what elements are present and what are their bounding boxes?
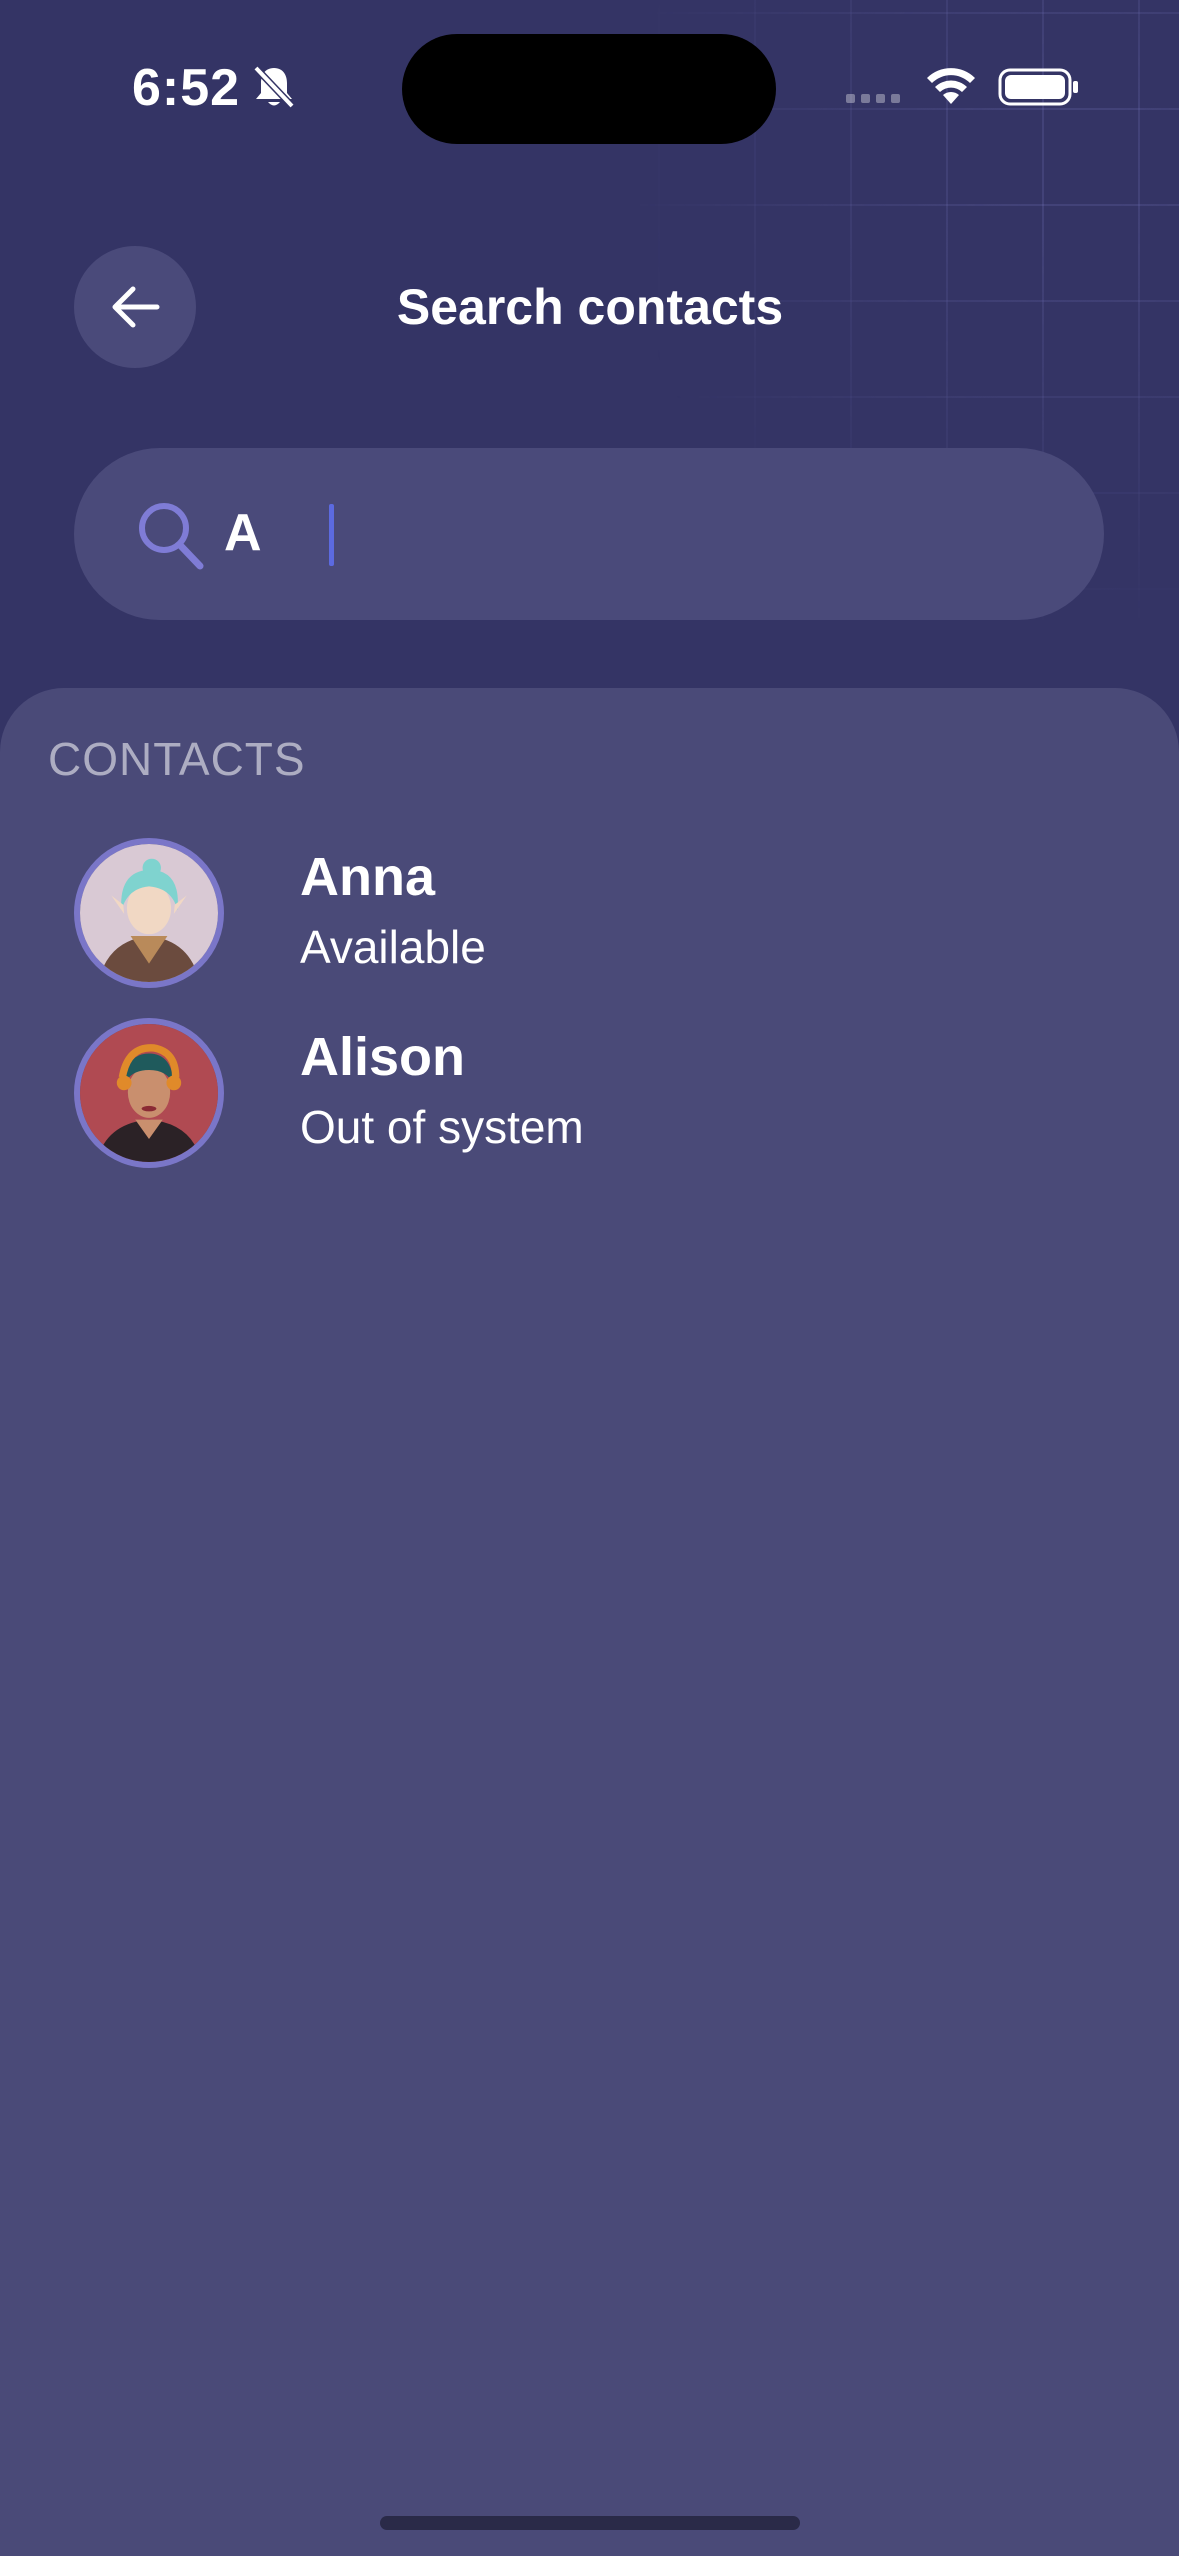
contact-status: Out of system <box>300 1101 584 1153</box>
avatar-image <box>80 844 218 982</box>
contact-status: Available <box>300 921 486 973</box>
battery-icon <box>998 68 1078 106</box>
contact-name: Alison <box>300 1027 466 1087</box>
avatar <box>74 838 224 988</box>
search-input[interactable] <box>224 488 1044 578</box>
status-time: 6:52 <box>132 59 241 117</box>
search-icon <box>139 503 204 570</box>
avatar <box>74 1018 224 1168</box>
bell-muted-icon <box>253 65 295 109</box>
wifi-icon <box>927 68 975 104</box>
contacts-sheet: CONTACTS Anna Available Alison Out of sy… <box>0 688 1179 2556</box>
text-caret <box>329 504 334 566</box>
avatar-image <box>80 1024 218 1162</box>
contact-row-alison[interactable]: Alison Out of system <box>0 1018 1179 1198</box>
contact-row-anna[interactable]: Anna Available <box>0 838 1179 1018</box>
page-title: Search contacts <box>396 279 784 335</box>
signal-icon <box>846 94 900 103</box>
section-label-contacts: CONTACTS <box>48 733 306 785</box>
arrow-left-icon <box>112 286 160 328</box>
back-button[interactable] <box>74 246 196 368</box>
dynamic-island <box>402 34 776 144</box>
home-indicator[interactable] <box>380 2516 800 2530</box>
contact-name: Anna <box>300 847 435 907</box>
search-bar[interactable] <box>74 448 1104 620</box>
